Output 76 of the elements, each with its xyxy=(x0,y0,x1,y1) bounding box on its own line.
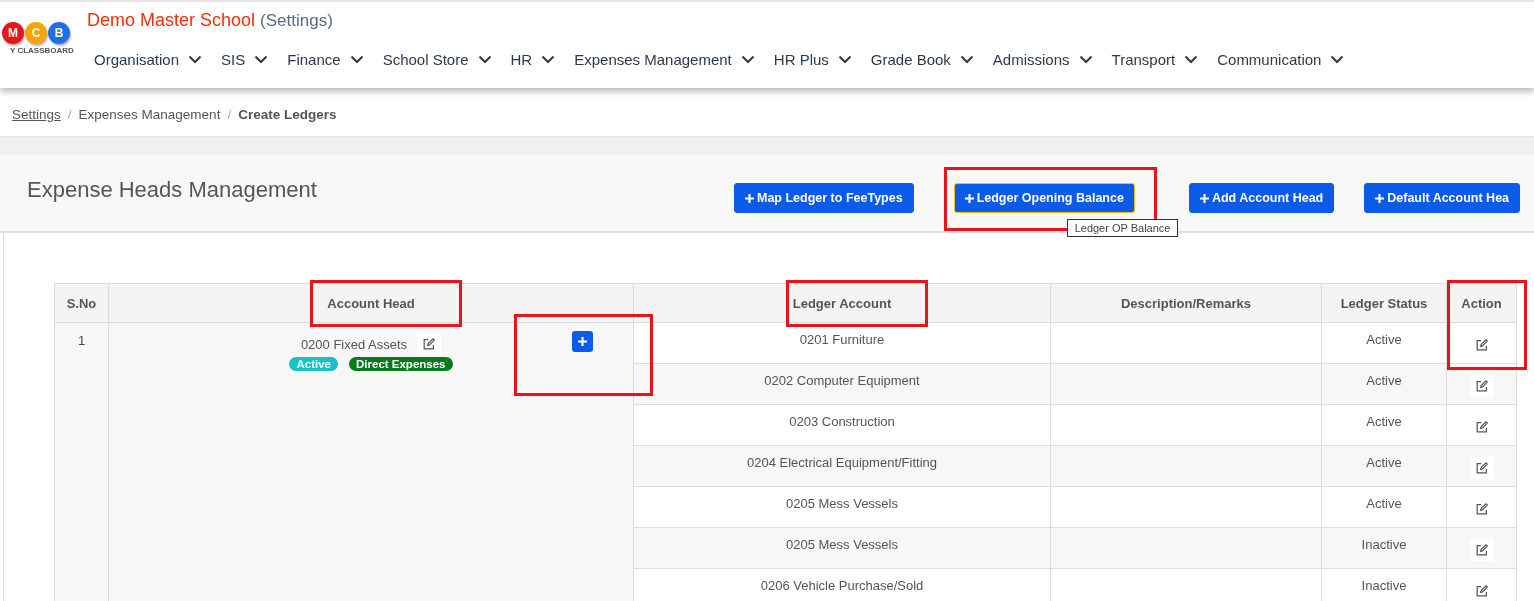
action-button[interactable]: Ledger Opening Balance xyxy=(953,183,1135,213)
nav-menu-item[interactable]: Organisation xyxy=(94,51,203,68)
panel-title: Expense Heads Management xyxy=(27,177,318,203)
nav-menu-item[interactable]: School Store xyxy=(382,51,492,68)
chevron-down-icon xyxy=(254,55,269,64)
breadcrumb-separator: / xyxy=(227,106,232,122)
action-button[interactable]: Map Ledger to FeeTypes xyxy=(734,183,914,213)
status-badge: Direct Expenses xyxy=(349,357,453,371)
chevron-down-icon xyxy=(959,55,974,64)
column-header: S.No xyxy=(54,283,109,323)
logo-letter: M xyxy=(2,22,24,44)
edit-icon xyxy=(1474,420,1489,434)
breadcrumb-link[interactable]: Settings xyxy=(12,106,61,122)
table-cell: 0201 Furniture xyxy=(633,322,1051,364)
edit-icon xyxy=(1474,379,1489,393)
edit-icon xyxy=(1474,502,1489,516)
column-header: Ledger Status xyxy=(1321,283,1447,323)
edit-button[interactable] xyxy=(1469,539,1494,561)
nav-menu-item[interactable]: Grade Book xyxy=(870,51,974,68)
chevron-down-icon xyxy=(1184,55,1199,64)
table-cell: 0203 Construction xyxy=(633,404,1051,446)
logo-letter: B xyxy=(48,22,70,44)
table-cell: Active xyxy=(1321,445,1447,487)
chevron-down-icon xyxy=(837,55,852,64)
tooltip: Ledger OP Balance xyxy=(1066,219,1179,237)
table-cell: Active xyxy=(1321,404,1447,446)
status-badge: Active xyxy=(289,357,338,371)
nav-menu-item[interactable]: Transport xyxy=(1111,51,1199,68)
nav-menu-item[interactable]: HR xyxy=(510,51,556,68)
nav-menu-item[interactable]: Expenses Management xyxy=(574,51,755,68)
breadcrumb-item: Expenses Management xyxy=(78,106,221,122)
table-cell: 0205 Mess Vessels xyxy=(633,527,1051,569)
logo-letter: C xyxy=(25,22,47,44)
table-cell: 0204 Electrical Equipment/Fitting xyxy=(633,445,1051,487)
edit-icon xyxy=(1474,543,1489,557)
chevron-down-icon xyxy=(1330,55,1345,64)
plus-icon xyxy=(1199,193,1209,203)
chevron-down-icon xyxy=(541,55,556,64)
edit-button[interactable] xyxy=(1469,375,1494,397)
table-cell: Active xyxy=(1321,322,1447,364)
edit-button[interactable] xyxy=(417,333,442,355)
edit-button[interactable] xyxy=(1469,457,1494,479)
nav-menu-item[interactable]: HR Plus xyxy=(773,51,852,68)
edit-icon xyxy=(1474,584,1489,598)
table-cell: Active xyxy=(1321,363,1447,405)
chevron-down-icon xyxy=(349,55,364,64)
breadcrumb-item: Create Ledgers xyxy=(238,106,337,122)
chevron-down-icon xyxy=(477,55,492,64)
logo-caption: Y CLASSBOARD xyxy=(10,46,74,55)
account-head-name: 0200 Fixed Assets xyxy=(300,336,408,352)
table-cell: 1 xyxy=(54,322,109,601)
nav-menu-item[interactable]: Finance xyxy=(287,51,364,68)
edit-icon xyxy=(1474,338,1489,352)
nav-menu-item[interactable]: Communication xyxy=(1217,51,1345,68)
column-header: Description/Remarks xyxy=(1050,283,1322,323)
chevron-down-icon xyxy=(740,55,755,64)
page-context: (Settings) xyxy=(260,11,333,31)
table-cell: Active xyxy=(1321,486,1447,528)
nav-menu-item[interactable]: Admissions xyxy=(992,51,1093,68)
chevron-down-icon xyxy=(1078,55,1093,64)
plus-icon xyxy=(578,337,587,346)
table-cell: 0202 Computer Equipment xyxy=(633,363,1051,405)
nav-menu-item[interactable]: SIS xyxy=(221,51,269,68)
action-button[interactable]: Default Account Hea xyxy=(1364,183,1521,213)
edit-icon xyxy=(422,337,437,351)
edit-icon xyxy=(1474,461,1489,475)
table-cell: 0205 Mess Vessels xyxy=(633,486,1051,528)
plus-icon xyxy=(964,193,974,203)
breadcrumb-separator: / xyxy=(67,106,72,122)
add-ledger-button[interactable] xyxy=(572,331,593,352)
table-cell: Inactive xyxy=(1321,527,1447,569)
plus-icon xyxy=(1375,193,1385,203)
plus-icon xyxy=(745,193,754,203)
chevron-down-icon xyxy=(188,55,203,64)
action-button[interactable]: Add Account Head xyxy=(1188,183,1335,213)
school-name: Demo Master School xyxy=(87,10,256,31)
